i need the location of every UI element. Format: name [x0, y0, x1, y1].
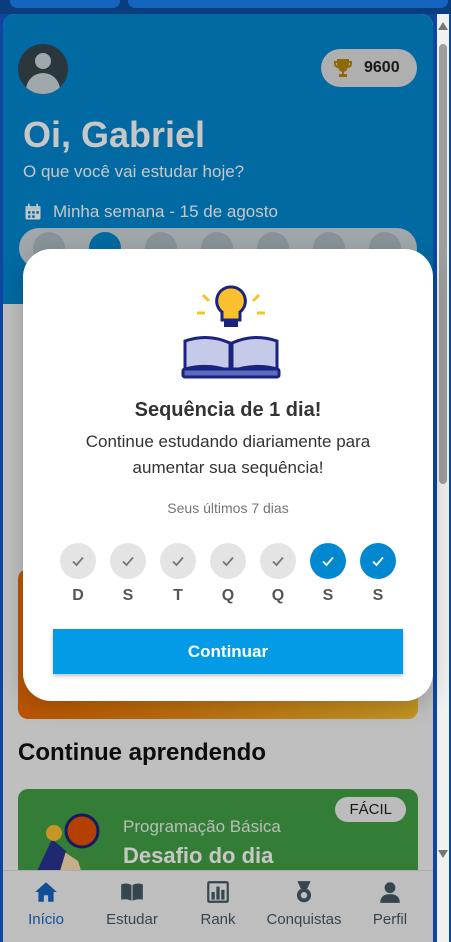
scrollbar-thumb[interactable] [439, 44, 447, 484]
streak-day-label: Q [221, 587, 235, 604]
streak-day-label: Q [271, 587, 285, 604]
streak-day-label: T [173, 587, 183, 604]
check-icon [110, 543, 146, 579]
scroll-up-arrow-icon[interactable] [438, 22, 448, 30]
streak-dialog: Sequência de 1 dia! Continue estudando d… [23, 249, 433, 701]
lightbulb-book-icon [173, 275, 289, 387]
streak-days: D S T Q Q S S [60, 543, 396, 613]
check-icon [310, 543, 346, 579]
streak-day: Q [260, 543, 296, 605]
check-icon [60, 543, 96, 579]
streak-day-label: S [122, 587, 134, 604]
streak-title: Sequência de 1 dia! [134, 399, 322, 421]
continue-button[interactable]: Continuar [53, 629, 403, 674]
streak-day-label: S [322, 587, 334, 604]
address-bar[interactable] [128, 0, 448, 8]
browser-tab[interactable] [10, 0, 120, 8]
streak-day: S [310, 543, 346, 605]
check-icon [360, 543, 396, 579]
check-icon [260, 543, 296, 579]
streak-message: Continue estudando diariamente para aume… [85, 432, 371, 477]
page-scrollbar[interactable] [437, 14, 449, 942]
check-icon [160, 543, 196, 579]
browser-top-strip [0, 0, 451, 14]
check-icon [210, 543, 246, 579]
streak-day: S [110, 543, 146, 605]
streak-caption: Seus últimos 7 dias [167, 500, 289, 516]
streak-day: Q [210, 543, 246, 605]
streak-day-label: S [372, 587, 384, 604]
streak-day: T [160, 543, 196, 605]
streak-day-label: D [72, 587, 84, 604]
scroll-down-arrow-icon[interactable] [438, 850, 448, 858]
streak-day: S [360, 543, 396, 605]
streak-day: D [60, 543, 96, 605]
